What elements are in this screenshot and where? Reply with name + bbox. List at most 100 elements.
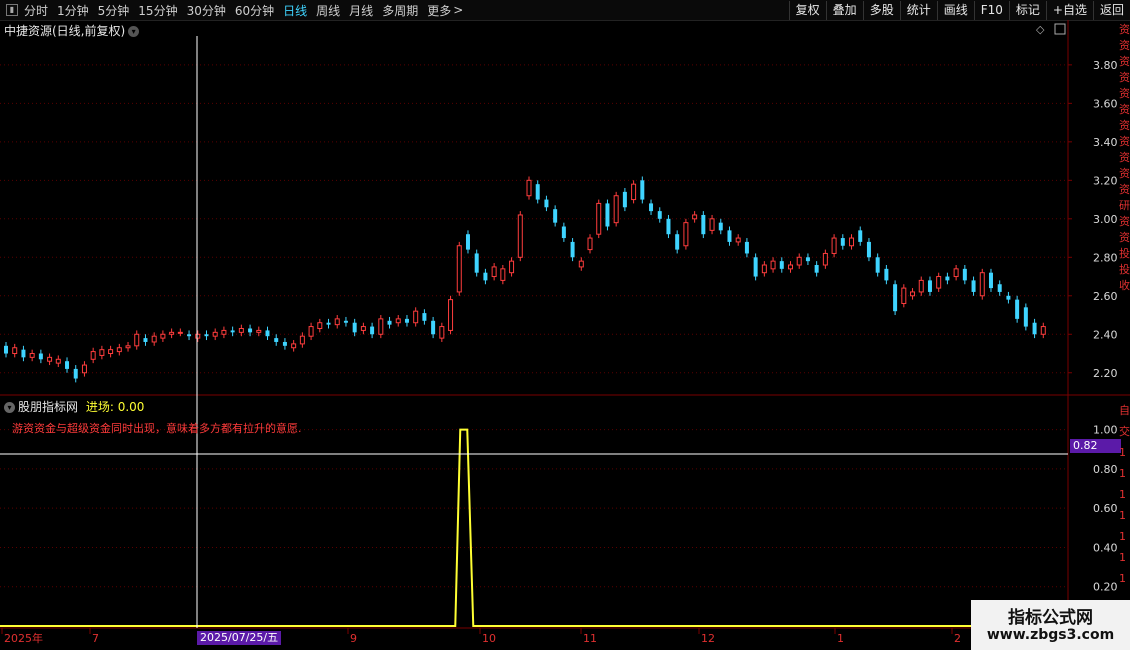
candle-body — [256, 329, 262, 333]
candle-body — [108, 349, 114, 355]
candle-body — [761, 264, 767, 274]
candle-body — [395, 318, 401, 324]
candle-body — [858, 230, 863, 242]
price-tick-label: 2.80 — [1093, 251, 1118, 264]
candle-body — [893, 284, 898, 312]
candle-body — [431, 320, 436, 335]
candle-body — [997, 284, 1002, 292]
price-tick-label: 3.20 — [1093, 174, 1118, 187]
candle-body — [814, 264, 819, 273]
candle-body — [326, 322, 331, 325]
crosshair-value-label: 0.82 — [1070, 439, 1121, 453]
price-tick-label: 3.40 — [1093, 136, 1118, 149]
candle-body — [360, 326, 366, 331]
indicator-tick-label: 1.00 — [1093, 424, 1118, 437]
candle-body — [195, 333, 201, 339]
candle-body — [727, 230, 732, 242]
watermark-url: www.zbgs3.com — [986, 627, 1115, 643]
candle-body — [81, 364, 87, 374]
x-axis-label: 7 — [92, 632, 99, 645]
candle-body — [29, 353, 35, 358]
candle-body — [413, 310, 419, 324]
candle-body — [517, 214, 523, 258]
x-axis-label: 11 — [583, 632, 597, 645]
candle-body — [831, 237, 837, 254]
candle-body — [875, 257, 880, 273]
x-axis-label: 2 — [954, 632, 961, 645]
indicator-value: 进场: 0.00 — [85, 400, 145, 414]
candle-body — [553, 209, 558, 223]
candle-body — [90, 351, 96, 360]
indicator-tick-label: 0.20 — [1093, 581, 1118, 594]
candle-body — [849, 237, 855, 247]
candle-body — [1032, 322, 1037, 335]
price-tick-label: 3.60 — [1093, 97, 1118, 110]
candle-body — [143, 338, 148, 342]
x-axis-label: 1 — [837, 632, 844, 645]
candle-body — [500, 268, 506, 281]
candle-body — [465, 234, 470, 250]
candle-body — [666, 218, 671, 235]
candle-body — [788, 264, 793, 270]
indicator-tick-label: 0.60 — [1093, 502, 1118, 515]
candle-body — [1023, 307, 1028, 327]
candle-body — [578, 260, 584, 268]
candle-body — [474, 253, 479, 273]
candle-body — [21, 349, 26, 358]
candle-body — [334, 318, 340, 326]
candle-body — [204, 334, 209, 337]
watermark-title: 指标公式网 — [1008, 608, 1093, 628]
candle-body — [483, 272, 488, 281]
candle-body — [884, 268, 889, 281]
candle-body — [596, 202, 602, 235]
candle-body — [901, 287, 907, 304]
candle-body — [238, 327, 244, 333]
candle-body — [370, 326, 375, 335]
candle-body — [177, 331, 183, 334]
candle-body — [73, 368, 78, 379]
candle-body — [561, 226, 566, 239]
x-axis-label: 9 — [350, 632, 357, 645]
candle-body — [274, 338, 279, 342]
candle-body — [4, 345, 8, 354]
chart-canvas[interactable]: 3.80 3.60 3.40 3.20 3.00 2.80 2.60 2.40 2.20 ◇ 1.0… — [0, 0, 1130, 650]
candle-body — [649, 203, 654, 212]
candle-body — [544, 199, 549, 208]
candle-body — [387, 320, 392, 325]
candle-body — [439, 326, 445, 339]
side-info-strip[interactable]: 资资资资资资资资资资资研资资投投收 — [1119, 22, 1130, 392]
indicator-title[interactable]: ▾ 股朋指标网 进场: 0.00 — [4, 398, 144, 415]
candle-body — [945, 276, 950, 281]
candle-body — [709, 218, 715, 231]
candle-body — [169, 331, 175, 335]
candle-body — [65, 361, 70, 369]
candle-body — [605, 203, 610, 227]
candle-body — [491, 266, 497, 278]
chevron-down-icon[interactable]: ▾ — [4, 402, 15, 413]
candle-body — [1015, 299, 1020, 319]
candle-body — [448, 299, 454, 331]
indicator-name: 股朋指标网 — [18, 400, 79, 414]
candle-body — [613, 195, 619, 224]
candle-body — [657, 211, 662, 219]
candle-body — [683, 222, 689, 247]
side-info-strip-lower[interactable]: 自交1111111 — [1119, 400, 1130, 600]
candle-body — [99, 349, 105, 356]
candle-body — [12, 347, 18, 355]
candle-body — [187, 334, 192, 337]
candle-body — [38, 353, 43, 360]
candle-body — [352, 322, 357, 333]
x-axis-label: 2025年 — [4, 631, 43, 645]
candle-body — [753, 257, 758, 277]
candle-body — [116, 347, 122, 353]
candle-body — [701, 214, 706, 235]
candle-body — [822, 252, 828, 266]
candle-body — [744, 241, 749, 254]
x-axis-label: 10 — [482, 632, 496, 645]
candle-body — [779, 261, 784, 269]
candle-body — [1006, 295, 1011, 300]
candle-body — [343, 320, 348, 323]
candle-body — [866, 241, 871, 258]
candle-body — [404, 318, 409, 323]
candle-body — [622, 191, 627, 208]
